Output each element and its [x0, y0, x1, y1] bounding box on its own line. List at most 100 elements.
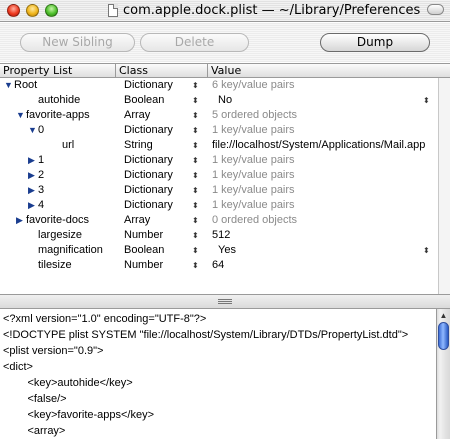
splitter-grip-icon[interactable]: [218, 299, 232, 304]
outline-row[interactable]: ▼ 0 Dictionary ⬍ 1 key/value pairs: [0, 123, 438, 138]
row-class-popup[interactable]: Dictionary: [124, 123, 173, 138]
row-key[interactable]: largesize: [38, 228, 82, 243]
row-value[interactable]: file://localhost/System/Applications/Mai…: [212, 138, 425, 153]
row-class-popup[interactable]: Boolean: [124, 243, 164, 258]
class-popup-arrows-icon[interactable]: ⬍: [192, 168, 199, 183]
table-header: Property List Class Value: [0, 63, 450, 78]
row-class-popup[interactable]: Array: [124, 213, 150, 228]
row-value[interactable]: 1 key/value pairs: [212, 168, 295, 183]
outline-row[interactable]: url String ⬍ file://localhost/System/Applic…: [0, 138, 438, 153]
disclosure-open-icon[interactable]: ▼: [4, 78, 13, 93]
disclosure-closed-icon[interactable]: ▶: [16, 213, 23, 228]
disclosure-closed-icon[interactable]: ▶: [28, 183, 35, 198]
close-button[interactable]: [7, 4, 20, 17]
row-class-popup[interactable]: Number: [124, 228, 163, 243]
row-class-popup[interactable]: Number: [124, 258, 163, 273]
row-key[interactable]: favorite-apps: [26, 108, 90, 123]
outline-row[interactable]: ▶ 3 Dictionary ⬍ 1 key/value pairs: [0, 183, 438, 198]
class-popup-arrows-icon[interactable]: ⬍: [192, 228, 199, 243]
class-popup-arrows-icon[interactable]: ⬍: [192, 183, 199, 198]
row-key[interactable]: autohide: [38, 93, 80, 108]
value-popup-arrows-icon[interactable]: ⬍: [423, 243, 430, 258]
value-popup-arrows-icon[interactable]: ⬍: [423, 93, 430, 108]
class-popup-arrows-icon[interactable]: ⬍: [192, 153, 199, 168]
row-key[interactable]: favorite-docs: [26, 213, 89, 228]
row-value[interactable]: 1 key/value pairs: [212, 123, 295, 138]
disclosure-open-icon[interactable]: ▼: [28, 123, 37, 138]
row-class-popup[interactable]: Dictionary: [124, 153, 173, 168]
delete-button[interactable]: Delete: [140, 33, 249, 52]
class-popup-arrows-icon[interactable]: ⬍: [192, 108, 199, 123]
class-popup-arrows-icon[interactable]: ⬍: [192, 123, 199, 138]
class-popup-arrows-icon[interactable]: ⬍: [192, 78, 199, 93]
row-key[interactable]: tilesize: [38, 258, 72, 273]
row-class-popup[interactable]: Dictionary: [124, 198, 173, 213]
row-key[interactable]: 3: [38, 183, 44, 198]
class-popup-arrows-icon[interactable]: ⬍: [192, 93, 199, 108]
toolbar-toggle-button[interactable]: [427, 4, 444, 15]
xml-scrollbar[interactable]: ▲: [436, 309, 450, 439]
column-header-property-list[interactable]: Property List: [0, 64, 115, 77]
xml-line: <?xml version="1.0" encoding="UTF-8"?>: [3, 313, 207, 325]
disclosure-closed-icon[interactable]: ▶: [28, 168, 35, 183]
row-class-popup[interactable]: Boolean: [124, 93, 164, 108]
disclosure-closed-icon[interactable]: ▶: [28, 198, 35, 213]
outline-scrollbar[interactable]: [438, 78, 450, 294]
row-class-popup[interactable]: Dictionary: [124, 183, 173, 198]
toolbar: New Sibling Delete Dump: [0, 23, 450, 62]
class-popup-arrows-icon[interactable]: ⬍: [192, 243, 199, 258]
scroll-thumb[interactable]: [438, 322, 449, 350]
outline-row[interactable]: largesize Number ⬍ 512: [0, 228, 438, 243]
scroll-up-arrow-icon[interactable]: ▲: [438, 311, 449, 321]
outline-row[interactable]: autohide Boolean ⬍ No ⬍: [0, 93, 438, 108]
dump-button[interactable]: Dump: [320, 33, 430, 52]
column-header-value[interactable]: Value: [207, 64, 450, 77]
row-class-popup[interactable]: Dictionary: [124, 78, 173, 93]
xml-line: <array>: [3, 425, 66, 437]
row-value[interactable]: 5 ordered objects: [212, 108, 297, 123]
row-key[interactable]: url: [62, 138, 74, 153]
outline-row[interactable]: ▶ 2 Dictionary ⬍ 1 key/value pairs: [0, 168, 438, 183]
row-class-popup[interactable]: String: [124, 138, 153, 153]
class-popup-arrows-icon[interactable]: ⬍: [192, 138, 199, 153]
row-value[interactable]: 1 key/value pairs: [212, 153, 295, 168]
split-view-divider[interactable]: [0, 294, 450, 309]
outline-row[interactable]: magnification Boolean ⬍ Yes ⬍: [0, 243, 438, 258]
class-popup-arrows-icon[interactable]: ⬍: [192, 213, 199, 228]
outline-row[interactable]: ▼ Root Dictionary ⬍ 6 key/value pairs: [0, 78, 438, 93]
row-value-popup[interactable]: Yes: [218, 243, 236, 258]
disclosure-open-icon[interactable]: ▼: [16, 108, 25, 123]
row-value[interactable]: 0 ordered objects: [212, 213, 297, 228]
row-key[interactable]: 4: [38, 198, 44, 213]
row-value[interactable]: 64: [212, 258, 224, 273]
row-class-popup[interactable]: Array: [124, 108, 150, 123]
new-sibling-button[interactable]: New Sibling: [20, 33, 135, 52]
xml-text-view[interactable]: <?xml version="1.0" encoding="UTF-8"?> <!…: [0, 309, 436, 439]
row-key[interactable]: 0: [38, 123, 44, 138]
row-value[interactable]: 512: [212, 228, 230, 243]
row-key[interactable]: magnification: [38, 243, 103, 258]
column-header-class[interactable]: Class: [115, 64, 207, 77]
outline-row[interactable]: ▶ 1 Dictionary ⬍ 1 key/value pairs: [0, 153, 438, 168]
row-value[interactable]: 1 key/value pairs: [212, 198, 295, 213]
xml-line: <dict>: [3, 361, 33, 373]
outline-row[interactable]: ▼ favorite-apps Array ⬍ 5 ordered objects: [0, 108, 438, 123]
outline-row[interactable]: ▶ favorite-docs Array ⬍ 0 ordered objects: [0, 213, 438, 228]
row-key[interactable]: 1: [38, 153, 44, 168]
property-list-outline[interactable]: ▼ Root Dictionary ⬍ 6 key/value pairs autohid…: [0, 78, 438, 294]
title-bar[interactable]: com.apple.dock.plist — ~/Library/Prefere…: [0, 0, 450, 22]
disclosure-closed-icon[interactable]: ▶: [28, 153, 35, 168]
zoom-button[interactable]: [45, 4, 58, 17]
row-key[interactable]: Root: [14, 78, 37, 93]
document-icon[interactable]: [108, 4, 118, 17]
row-class-popup[interactable]: Dictionary: [124, 168, 173, 183]
row-key[interactable]: 2: [38, 168, 44, 183]
outline-row[interactable]: ▶ 4 Dictionary ⬍ 1 key/value pairs: [0, 198, 438, 213]
class-popup-arrows-icon[interactable]: ⬍: [192, 198, 199, 213]
class-popup-arrows-icon[interactable]: ⬍: [192, 258, 199, 273]
outline-row[interactable]: tilesize Number ⬍ 64: [0, 258, 438, 273]
minimize-button[interactable]: [26, 4, 39, 17]
row-value[interactable]: 6 key/value pairs: [212, 78, 295, 93]
row-value-popup[interactable]: No: [218, 93, 232, 108]
row-value[interactable]: 1 key/value pairs: [212, 183, 295, 198]
